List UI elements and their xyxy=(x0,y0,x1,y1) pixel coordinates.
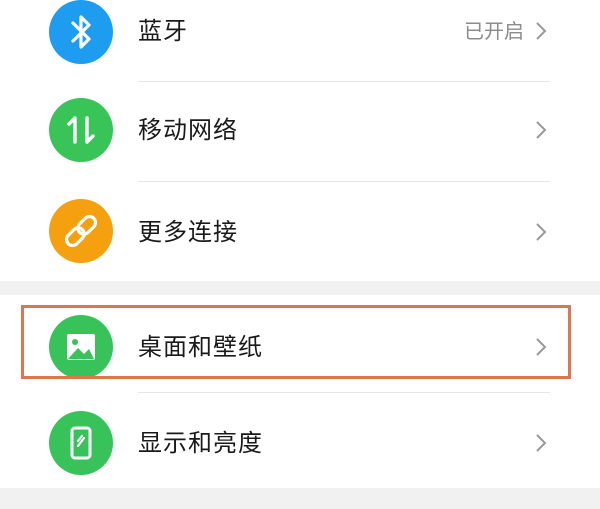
settings-item-mobile-network[interactable]: 移动网络 xyxy=(0,82,600,182)
bluetooth-icon xyxy=(49,0,113,64)
chevron-right-icon xyxy=(536,121,547,139)
highlight-box xyxy=(21,305,571,379)
mobile-data-icon xyxy=(49,98,113,162)
settings-item-label: 显示和亮度 xyxy=(138,429,263,457)
settings-item-label: 移动网络 xyxy=(138,116,238,144)
settings-item-label: 更多连接 xyxy=(138,218,238,246)
settings-item-bluetooth[interactable]: 蓝牙 已开启 xyxy=(0,0,600,82)
bluetooth-status: 已开启 xyxy=(464,19,524,43)
chevron-right-icon xyxy=(536,22,547,40)
chevron-right-icon xyxy=(536,223,547,241)
settings-item-display-brightness[interactable]: 显示和亮度 xyxy=(0,393,600,493)
settings-item-more-connections[interactable]: 更多连接 xyxy=(0,182,600,282)
settings-item-label: 蓝牙 xyxy=(138,17,188,45)
chevron-right-icon xyxy=(536,434,547,452)
connectivity-settings-group: 蓝牙 已开启 移动网络 更多连接 xyxy=(0,0,600,281)
display-icon xyxy=(49,411,113,475)
link-icon xyxy=(49,199,113,263)
